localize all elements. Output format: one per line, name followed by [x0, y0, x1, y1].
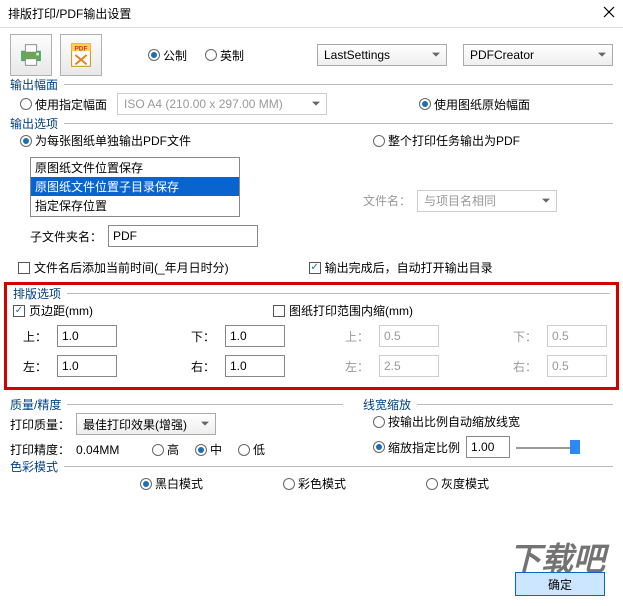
use-original-size-radio[interactable]: 使用图纸原始幅面	[419, 96, 530, 113]
use-fixed-size-radio[interactable]: 使用指定幅面	[20, 96, 107, 113]
ok-button[interactable]: 确定	[515, 572, 605, 596]
filename-label: 文件名：	[363, 192, 411, 209]
prec-mid-radio[interactable]: 中	[195, 441, 222, 458]
lw-slider[interactable]	[516, 439, 576, 455]
shrink-left-input: 2.5	[379, 355, 439, 377]
window-title: 排版打印/PDF输出设置	[8, 0, 131, 28]
color-gray-radio[interactable]: 灰度模式	[426, 475, 489, 492]
subdir-label: 子文件夹名：	[30, 228, 102, 245]
svg-text:PDF: PDF	[74, 45, 87, 52]
lw-auto-radio[interactable]: 按输出比例自动缩放线宽	[373, 413, 520, 430]
color-bw-radio[interactable]: 黑白模式	[140, 475, 203, 492]
frame-size-legend: 输出幅面	[10, 76, 64, 93]
close-icon[interactable]	[603, 0, 615, 28]
save-location-list[interactable]: 原图纸文件位置保存 原图纸文件位置子目录保存 指定保存位置	[30, 157, 240, 217]
filename-select: 与项目名相同	[417, 190, 557, 212]
preset-select[interactable]: LastSettings	[317, 44, 447, 66]
append-time-checkbox[interactable]	[18, 262, 30, 274]
color-color-radio[interactable]: 彩色模式	[283, 475, 346, 492]
shrink-checkbox[interactable]	[273, 305, 285, 317]
margin-top-input[interactable]: 1.0	[57, 325, 117, 347]
output-option-legend: 输出选项	[10, 115, 64, 132]
prec-hi-radio[interactable]: 高	[152, 441, 179, 458]
paper-size-select[interactable]: ISO A4 (210.00 x 297.00 MM)	[117, 93, 327, 115]
list-item[interactable]: 原图纸文件位置保存	[31, 158, 239, 177]
unit-metric-radio[interactable]: 公制	[148, 47, 187, 64]
layout-legend: 排版选项	[13, 285, 67, 302]
lw-fixed-radio[interactable]: 缩放指定比例	[373, 439, 460, 456]
list-item[interactable]: 原图纸文件位置子目录保存	[31, 177, 239, 196]
printer-select[interactable]: PDFCreator	[463, 44, 613, 66]
margin-left-input[interactable]: 1.0	[57, 355, 117, 377]
linewidth-legend: 线宽缩放	[363, 396, 417, 413]
print-button[interactable]	[10, 34, 52, 76]
margin-bottom-input[interactable]: 1.0	[225, 325, 285, 347]
quality-select[interactable]: 最佳打印效果(增强)	[76, 413, 216, 435]
lw-value-input[interactable]: 1.00	[466, 436, 510, 458]
unit-imperial-radio[interactable]: 英制	[205, 47, 244, 64]
layout-highlight-box: 排版选项 页边距(mm) 图纸打印范围内缩(mm) 上：1.0 下：1.0 左：…	[4, 282, 619, 390]
subdir-input[interactable]: PDF	[108, 225, 258, 247]
auto-open-checkbox[interactable]	[309, 262, 321, 274]
shrink-right-input: 0.5	[547, 355, 607, 377]
margin-right-input[interactable]: 1.0	[225, 355, 285, 377]
list-item[interactable]: 指定保存位置	[31, 196, 239, 215]
precision-value: 0.04MM	[76, 443, 136, 457]
margin-checkbox[interactable]	[13, 305, 25, 317]
prec-lo-radio[interactable]: 低	[238, 441, 265, 458]
whole-job-radio[interactable]: 整个打印任务输出为PDF	[373, 132, 520, 149]
pdf-button[interactable]: PDF	[60, 34, 102, 76]
shrink-top-input: 0.5	[379, 325, 439, 347]
shrink-bottom-input: 0.5	[547, 325, 607, 347]
quality-legend: 质量/精度	[10, 396, 67, 413]
colormode-legend: 色彩模式	[10, 458, 64, 475]
per-sheet-radio[interactable]: 为每张图纸单独输出PDF文件	[20, 132, 191, 149]
